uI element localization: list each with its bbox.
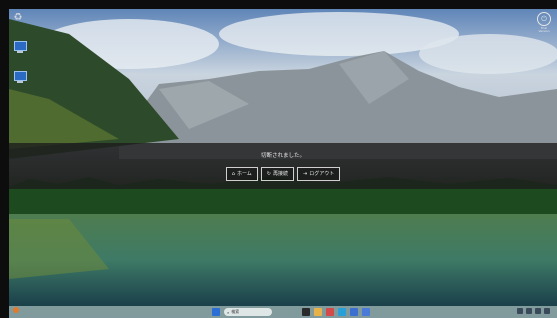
logout-icon: ⇥ [303,171,308,177]
desktop-shortcut-1[interactable] [12,39,28,55]
home-button[interactable]: ⌂ ホーム [225,167,258,181]
top-right-label: Trial Version [538,26,550,33]
search-placeholder: 検索 [231,309,240,314]
logout-button-label: ログアウト [309,171,335,177]
remote-desktop-screen: ♻ ⏻ Trial Version 切断されました。 ⌂ ホーム ↻ 再接続 ⇥… [9,9,557,318]
chevron-up-icon[interactable] [517,308,523,314]
battery-icon[interactable] [544,308,550,314]
desktop-shortcut-2[interactable] [12,69,28,85]
app-icon-2[interactable] [350,308,358,316]
home-icon: ⌂ [231,171,235,177]
reconnect-button-label: 再接続 [273,171,289,177]
start-icon[interactable] [212,308,220,316]
logout-button[interactable]: ⇥ ログアウト [297,167,341,181]
reconnect-button[interactable]: ↻ 再接続 [260,167,295,181]
taskbar-center: ⌕ 検索 [212,308,370,316]
app-icon-3[interactable] [362,308,370,316]
app-icon-1[interactable] [326,308,334,316]
top-right-widget[interactable]: ⏻ Trial Version [535,12,553,36]
weather-widget[interactable] [13,307,21,313]
file-explorer-icon[interactable] [314,308,322,316]
power-icon: ⏻ [537,12,551,26]
task-view-icon[interactable] [302,308,310,316]
recycle-bin-icon[interactable]: ♻ [12,12,24,24]
overlay-button-group: ⌂ ホーム ↻ 再接続 ⇥ ログアウト [9,167,557,181]
reconnect-icon: ↻ [266,171,271,177]
disconnected-overlay: 切断されました。 ⌂ ホーム ↻ 再接続 ⇥ ログアウト [9,143,557,189]
computer-icon [14,71,27,81]
home-button-label: ホーム [236,171,252,177]
volume-icon[interactable] [535,308,541,314]
computer-icon [14,41,27,51]
system-tray [517,308,553,314]
search-icon: ⌕ [227,309,230,315]
edge-icon[interactable] [338,308,346,316]
taskbar: ⌕ 検索 [9,306,557,318]
weather-icon [13,307,19,313]
network-icon[interactable] [526,308,532,314]
computer-stand [17,51,23,53]
computer-stand [17,81,23,83]
taskbar-search[interactable]: ⌕ 検索 [224,308,272,316]
disconnected-message: 切断されました。 [260,153,305,159]
